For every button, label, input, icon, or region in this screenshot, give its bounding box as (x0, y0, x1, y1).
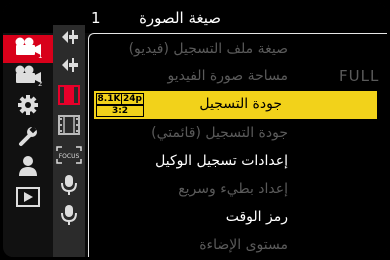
camera-menu-screen: 1 صيغة الصورة 1 2 FOCUS صيغة ملف التسجيل… (0, 0, 390, 260)
menu-item-image-area[interactable]: مساحة صورة الفيديو FULL (89, 63, 387, 91)
svg-text:2: 2 (38, 80, 42, 86)
menu-item-label: إعدادات تسجيل الوكيل (155, 153, 288, 169)
menu-item-rec-quality[interactable]: 8.1K 24p 3:2 جودة التسجيل (94, 91, 377, 119)
tab-video-1[interactable]: 1 (3, 35, 53, 63)
filmstrip-icon (58, 85, 80, 109)
tab-setup[interactable] (3, 124, 53, 152)
sub-page-4[interactable] (53, 113, 85, 141)
rec-quality-badge: 8.1K 24p 3:2 (96, 93, 144, 117)
tab-page-number: 1 (91, 9, 101, 27)
video-camera-1-icon: 1 (12, 36, 44, 62)
menu-item-label: مستوى الإضاءة (199, 237, 288, 253)
menu-item-label: صيغة ملف التسجيل (فيديو) (128, 41, 288, 57)
fps-badge: 24p (121, 93, 144, 105)
tab-video-2[interactable]: 2 (3, 63, 53, 91)
menu-item-time-code[interactable]: رمز الوقت (89, 204, 387, 232)
sub-page-1[interactable] (53, 25, 85, 53)
menu-list: صيغة ملف التسجيل (فيديو) مساحة صورة الفي… (88, 33, 387, 257)
sub-page-6[interactable] (53, 173, 85, 201)
playback-icon (16, 187, 40, 211)
menu-item-rec-file-format[interactable]: صيغة ملف التسجيل (فيديو) (89, 36, 387, 64)
sub-page-3-active[interactable] (53, 83, 85, 111)
page-title: صيغة الصورة (139, 9, 221, 27)
sub-page-sidebar: FOCUS (53, 25, 85, 257)
menu-item-proxy-recording[interactable]: إعدادات تسجيل الوكيل (89, 148, 387, 176)
crosshair-icon (59, 27, 79, 51)
tab-custom-settings[interactable] (3, 93, 53, 121)
resolution-badge: 8.1K (96, 93, 122, 105)
menu-item-luminance-level[interactable]: مستوى الإضاءة (89, 232, 387, 257)
microphone-icon (60, 204, 78, 230)
wrench-icon (17, 125, 39, 151)
menu-item-label: إعداد بطيء وسريع (178, 181, 288, 197)
svg-text:FOCUS: FOCUS (59, 153, 80, 160)
tab-my-menu[interactable] (3, 154, 53, 182)
menu-item-label: جودة التسجيل (قائمتي) (151, 125, 288, 141)
sub-page-7[interactable] (53, 203, 85, 231)
menu-item-value: FULL (339, 67, 380, 85)
menu-item-label: رمز الوقت (225, 209, 288, 225)
focus-frame-icon: FOCUS (56, 146, 82, 168)
svg-text:1: 1 (38, 52, 42, 58)
aspect-ratio-badge: 3:2 (96, 105, 144, 117)
menu-item-rec-quality-my-list[interactable]: جودة التسجيل (قائمتي) (89, 120, 387, 148)
sub-page-5[interactable]: FOCUS (53, 143, 85, 171)
main-category-sidebar: 1 2 (3, 33, 53, 257)
filmstrip-icon (58, 115, 80, 139)
menu-item-label: جودة التسجيل (199, 96, 282, 112)
menu-item-label: مساحة صورة الفيديو (167, 68, 288, 84)
microphone-icon (60, 174, 78, 200)
tab-playback[interactable] (3, 185, 53, 213)
video-camera-2-icon: 2 (12, 64, 44, 90)
menu-item-slow-quick[interactable]: إعداد بطيء وسريع (89, 176, 387, 204)
sub-page-2[interactable] (53, 53, 85, 81)
person-icon (17, 155, 39, 181)
menu-frame: 1 صيغة الصورة 1 2 FOCUS صيغة ملف التسجيل… (3, 3, 387, 257)
gear-icon (17, 94, 39, 120)
crosshair-icon (59, 55, 79, 79)
